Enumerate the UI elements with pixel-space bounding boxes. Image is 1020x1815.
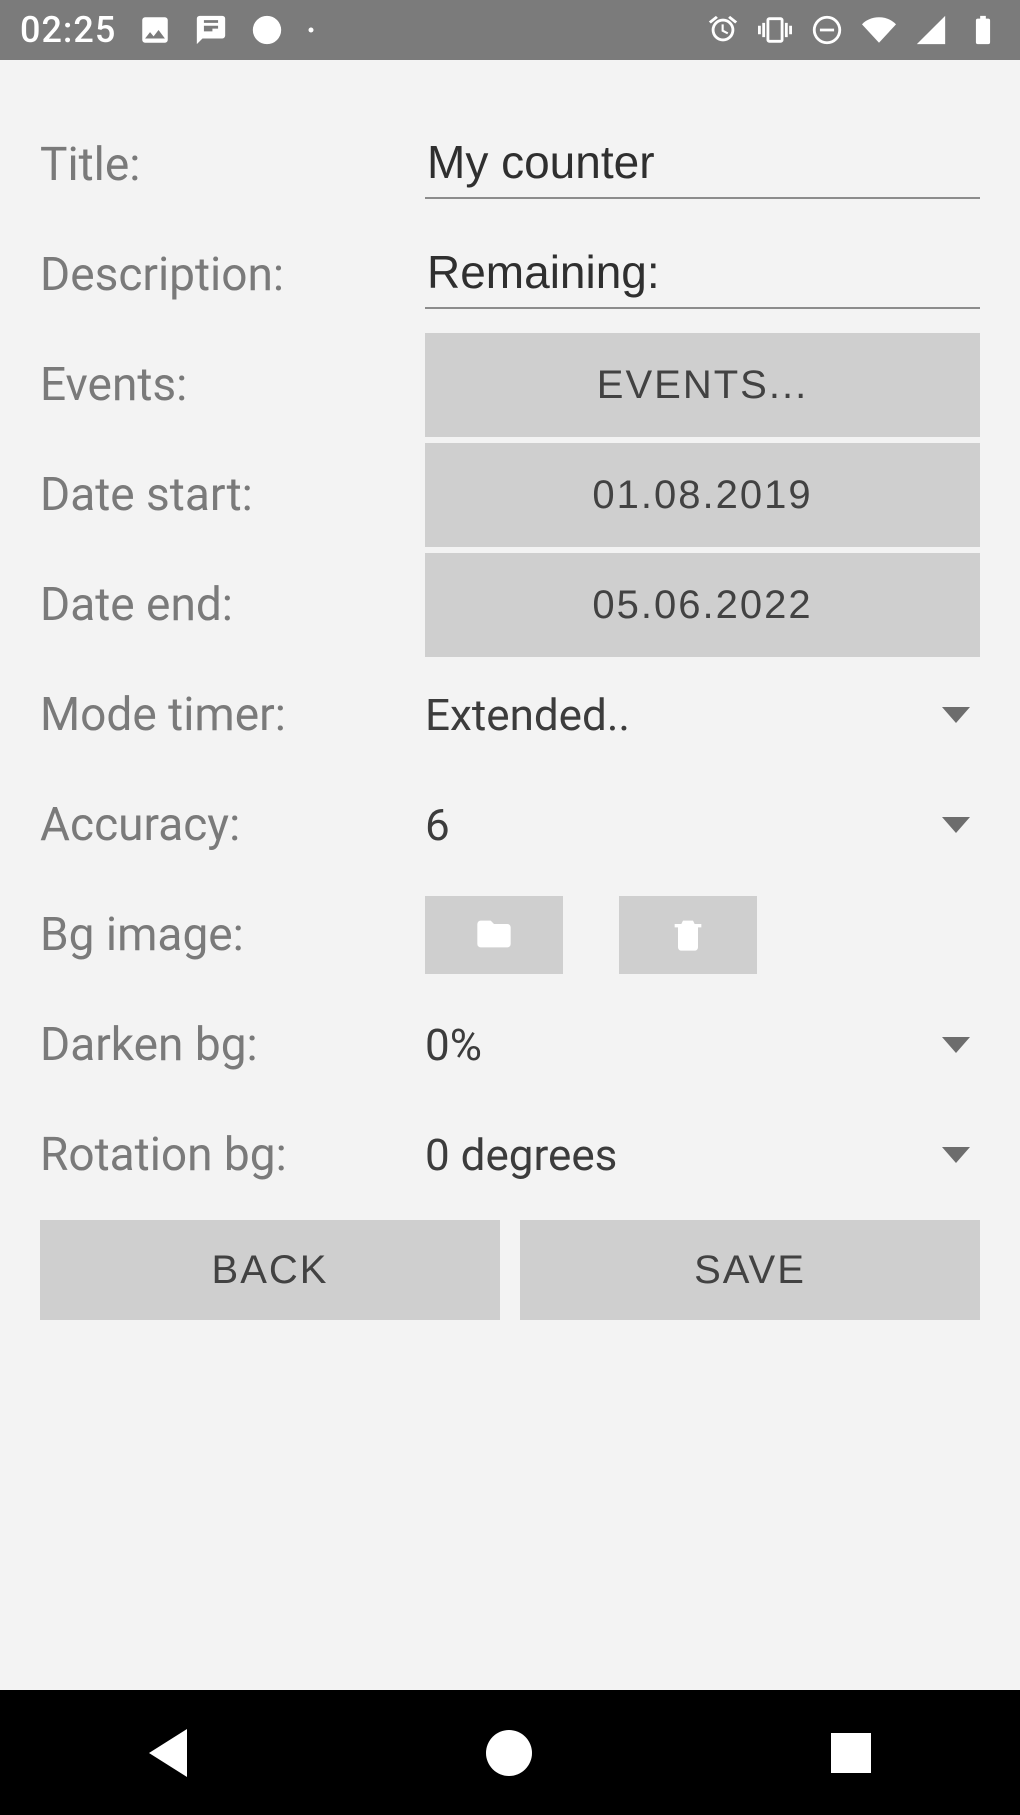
date-start-label: Date start:	[40, 468, 425, 522]
navigation-bar	[0, 1690, 1020, 1815]
mode-timer-value: Extended..	[425, 689, 630, 741]
date-end-row: Date end: 05.06.2022	[40, 550, 980, 660]
back-button[interactable]: BACK	[40, 1220, 500, 1320]
darken-bg-select[interactable]: 0%	[425, 1015, 980, 1075]
date-end-button[interactable]: 05.06.2022	[425, 553, 980, 657]
events-button[interactable]: EVENTS...	[425, 333, 980, 437]
chevron-down-icon	[942, 707, 970, 723]
accuracy-value: 6	[425, 799, 450, 851]
footer-buttons: BACK SAVE	[40, 1220, 980, 1320]
events-row: Events: EVENTS...	[40, 330, 980, 440]
do-not-disturb-icon	[810, 13, 844, 47]
nav-home-icon[interactable]	[486, 1730, 532, 1776]
wifi-icon	[862, 13, 896, 47]
bg-image-folder-button[interactable]	[425, 896, 563, 974]
signal-icon	[914, 13, 948, 47]
status-bar: 02:25	[0, 0, 1020, 60]
form-content: Title: Description: Events: EVENTS... Da…	[0, 60, 1020, 1690]
folder-icon	[474, 914, 514, 957]
nav-recent-icon[interactable]	[831, 1733, 871, 1773]
rotation-bg-value: 0 degrees	[425, 1129, 617, 1181]
mode-timer-select[interactable]: Extended..	[425, 685, 980, 745]
events-label: Events:	[40, 358, 425, 412]
chevron-down-icon	[942, 817, 970, 833]
save-button[interactable]: SAVE	[520, 1220, 980, 1320]
chevron-down-icon	[942, 1147, 970, 1163]
date-end-label: Date end:	[40, 578, 425, 632]
chevron-down-icon	[942, 1037, 970, 1053]
description-row: Description:	[40, 220, 980, 330]
description-label: Description:	[40, 248, 425, 302]
date-start-row: Date start: 01.08.2019	[40, 440, 980, 550]
status-left: 02:25	[20, 9, 316, 51]
description-input[interactable]	[425, 241, 980, 309]
vibrate-icon	[758, 13, 792, 47]
darken-bg-value: 0%	[425, 1019, 482, 1071]
date-start-button[interactable]: 01.08.2019	[425, 443, 980, 547]
darken-bg-row: Darken bg: 0%	[40, 990, 980, 1100]
bg-image-row: Bg image:	[40, 880, 980, 990]
trash-icon	[668, 914, 708, 957]
battery-icon	[966, 13, 1000, 47]
mode-timer-label: Mode timer:	[40, 688, 425, 742]
image-icon	[138, 13, 172, 47]
dot-icon	[306, 25, 316, 35]
rotation-bg-row: Rotation bg: 0 degrees	[40, 1100, 980, 1210]
circle-icon	[250, 13, 284, 47]
status-time: 02:25	[20, 9, 116, 51]
nav-back-icon[interactable]	[149, 1729, 187, 1777]
mode-timer-row: Mode timer: Extended..	[40, 660, 980, 770]
title-input[interactable]	[425, 131, 980, 199]
status-right	[706, 13, 1000, 47]
bg-image-label: Bg image:	[40, 908, 425, 962]
accuracy-label: Accuracy:	[40, 798, 425, 852]
accuracy-select[interactable]: 6	[425, 795, 980, 855]
alarm-icon	[706, 13, 740, 47]
message-icon	[194, 13, 228, 47]
rotation-bg-label: Rotation bg:	[40, 1128, 425, 1182]
title-label: Title:	[40, 138, 425, 192]
title-row: Title:	[40, 110, 980, 220]
accuracy-row: Accuracy: 6	[40, 770, 980, 880]
darken-bg-label: Darken bg:	[40, 1018, 425, 1072]
bg-image-delete-button[interactable]	[619, 896, 757, 974]
rotation-bg-select[interactable]: 0 degrees	[425, 1125, 980, 1185]
